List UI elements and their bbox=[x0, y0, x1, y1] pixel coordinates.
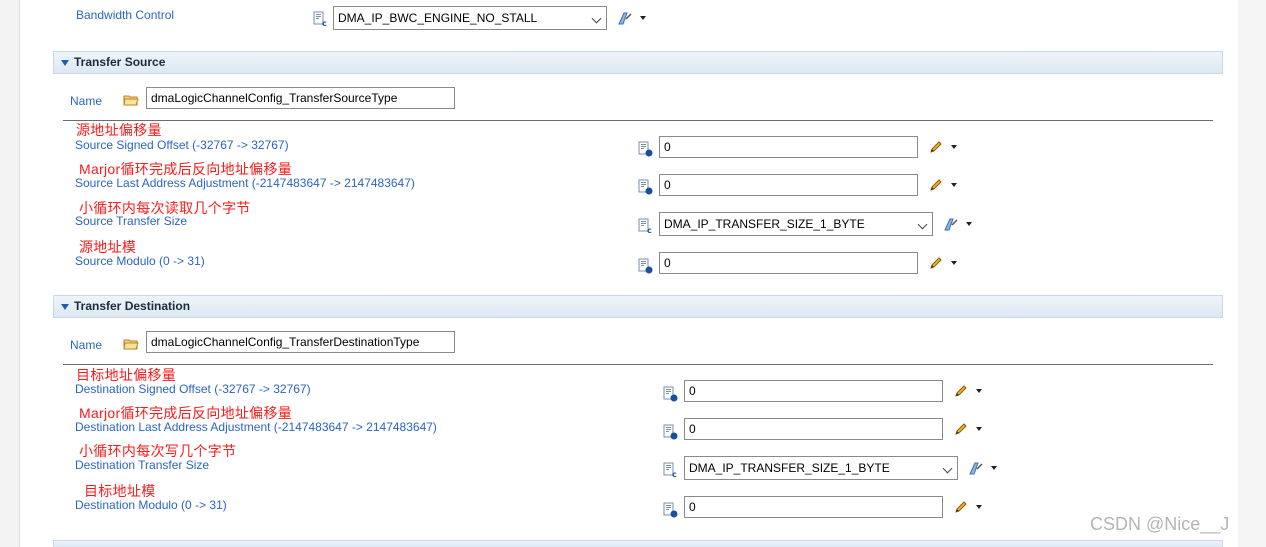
calculated-value-icon bbox=[637, 141, 653, 160]
right-gutter bbox=[1238, 0, 1266, 547]
pencil-icon[interactable] bbox=[928, 255, 944, 274]
source-name-label: Name bbox=[70, 94, 103, 108]
svg-text:c: c bbox=[672, 470, 677, 478]
parameter-tool-icon[interactable] bbox=[968, 460, 984, 479]
calculated-value-icon bbox=[637, 179, 653, 198]
bandwidth-control-select[interactable]: DMA_IP_BWC_ENGINE_NO_STALL bbox=[333, 6, 607, 30]
calculated-value-icon bbox=[662, 502, 678, 521]
chevron-down-icon[interactable] bbox=[976, 505, 982, 509]
pencil-icon[interactable] bbox=[953, 383, 969, 402]
pencil-icon[interactable] bbox=[953, 421, 969, 440]
bandwidth-control-label: Bandwidth Control bbox=[76, 8, 175, 22]
chevron-down-icon[interactable] bbox=[976, 389, 982, 393]
destination-signed-offset-label: Destination Signed Offset (-32767 -> 327… bbox=[75, 382, 311, 396]
calculated-value-icon bbox=[662, 386, 678, 405]
section-header-transfer-source[interactable]: Transfer Source bbox=[53, 51, 1223, 74]
destination-last-address-adjustment-input[interactable]: 0 bbox=[684, 418, 943, 440]
calculated-enum-icon: c bbox=[637, 218, 653, 237]
chevron-down-icon[interactable] bbox=[991, 466, 997, 470]
destination-name-label: Name bbox=[70, 338, 103, 352]
destination-signed-offset-input[interactable]: 0 bbox=[684, 380, 943, 402]
pencil-icon[interactable] bbox=[928, 139, 944, 158]
section-title: Transfer Source bbox=[74, 55, 166, 69]
folder-icon bbox=[123, 336, 139, 355]
destination-modulo-input[interactable]: 0 bbox=[684, 496, 943, 518]
source-signed-offset-input[interactable]: 0 bbox=[659, 136, 918, 158]
section-header-transfer-destination[interactable]: Transfer Destination bbox=[53, 295, 1223, 318]
chevron-down-icon bbox=[591, 13, 602, 24]
chevron-down-icon bbox=[942, 463, 953, 474]
svg-text:c: c bbox=[647, 226, 652, 234]
chevron-down-icon[interactable] bbox=[951, 183, 957, 187]
source-last-address-adjustment-input[interactable]: 0 bbox=[659, 174, 918, 196]
destination-last-address-adjustment-label: Destination Last Address Adjustment (-21… bbox=[75, 420, 437, 434]
bandwidth-control-value: DMA_IP_BWC_ENGINE_NO_STALL bbox=[338, 11, 538, 25]
chevron-down-icon[interactable] bbox=[966, 222, 972, 226]
folder-icon bbox=[123, 92, 139, 111]
section-header-next[interactable] bbox=[53, 540, 1223, 547]
chevron-down-icon[interactable] bbox=[640, 16, 646, 20]
destination-name-input[interactable]: dmaLogicChannelConfig_TransferDestinatio… bbox=[146, 331, 455, 353]
separator bbox=[63, 120, 1213, 121]
calculated-value-icon bbox=[637, 258, 653, 277]
pencil-icon[interactable] bbox=[928, 177, 944, 196]
chevron-down-icon bbox=[917, 219, 928, 230]
source-name-input[interactable]: dmaLogicChannelConfig_TransferSourceType bbox=[146, 87, 455, 109]
left-gutter bbox=[0, 0, 20, 547]
source-transfer-size-value: DMA_IP_TRANSFER_SIZE_1_BYTE bbox=[664, 217, 865, 231]
calculated-enum-icon: c bbox=[312, 11, 328, 30]
destination-transfer-size-label: Destination Transfer Size bbox=[75, 458, 210, 472]
svg-text:c: c bbox=[322, 19, 327, 27]
calculated-enum-icon: c bbox=[662, 462, 678, 481]
source-modulo-input[interactable]: 0 bbox=[659, 252, 918, 274]
source-modulo-label: Source Modulo (0 -> 31) bbox=[75, 254, 205, 268]
destination-transfer-size-select[interactable]: DMA_IP_TRANSFER_SIZE_1_BYTE bbox=[684, 456, 958, 480]
collapse-triangle-icon bbox=[61, 60, 69, 66]
source-transfer-size-select[interactable]: DMA_IP_TRANSFER_SIZE_1_BYTE bbox=[659, 212, 933, 236]
pencil-icon[interactable] bbox=[953, 499, 969, 518]
calculated-value-icon bbox=[662, 424, 678, 443]
watermark: CSDN @Nice__J bbox=[1090, 514, 1230, 534]
destination-transfer-size-value: DMA_IP_TRANSFER_SIZE_1_BYTE bbox=[689, 461, 890, 475]
separator bbox=[63, 364, 1213, 365]
parameter-tool-icon[interactable] bbox=[617, 10, 633, 29]
source-transfer-size-label: Source Transfer Size bbox=[75, 214, 188, 228]
chevron-down-icon[interactable] bbox=[976, 427, 982, 431]
section-title: Transfer Destination bbox=[74, 299, 191, 313]
source-signed-offset-label: Source Signed Offset (-32767 -> 32767) bbox=[75, 138, 289, 152]
chevron-down-icon[interactable] bbox=[951, 145, 957, 149]
chevron-down-icon[interactable] bbox=[951, 261, 957, 265]
annotation-note: 源地址偏移量 bbox=[76, 122, 162, 138]
destination-modulo-label: Destination Modulo (0 -> 31) bbox=[75, 498, 227, 512]
collapse-triangle-icon bbox=[61, 304, 69, 310]
source-last-address-adjustment-label: Source Last Address Adjustment (-2147483… bbox=[75, 176, 415, 190]
parameter-tool-icon[interactable] bbox=[943, 216, 959, 235]
